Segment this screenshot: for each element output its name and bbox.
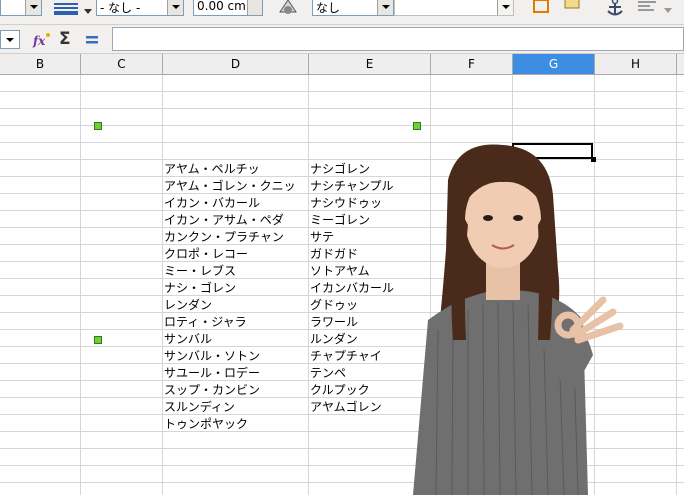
cell[interactable]: アヤム・ゴレン・クニッ (164, 178, 296, 194)
cell[interactable]: テンペ (310, 365, 346, 381)
shadow-icon[interactable] (563, 0, 583, 12)
cell[interactable]: ラワール (310, 314, 358, 330)
cell[interactable]: サテ (310, 229, 334, 245)
line-width-spinner[interactable]: 0.00 cm (193, 0, 263, 16)
area-fill-combo[interactable] (394, 0, 514, 16)
formula-input[interactable] (112, 27, 684, 51)
grid-line (162, 75, 163, 495)
column-header-e[interactable]: E (309, 54, 431, 74)
column-header-b[interactable]: B (0, 54, 81, 74)
name-box-dropdown[interactable] (0, 30, 20, 49)
equals-icon[interactable] (84, 34, 100, 46)
grid-line (308, 75, 309, 495)
cell[interactable]: ナシチャンプル (310, 178, 394, 194)
cell[interactable]: カンクン・プラチャン (164, 229, 284, 245)
column-header-d[interactable]: D (163, 54, 309, 74)
drawing-toolbar: - なし - 0.00 cm なし (0, 0, 684, 25)
chevron-down-icon[interactable] (25, 0, 41, 15)
svg-text:Σ: Σ (59, 29, 71, 48)
align-icon[interactable] (636, 0, 660, 14)
formula-bar: fx Σ (0, 25, 684, 54)
cell[interactable]: スルンディン (164, 399, 235, 415)
cell[interactable]: ルンダン (310, 331, 358, 347)
area-style-value: なし (316, 1, 341, 15)
cell[interactable]: アヤム・ペルチッ (164, 161, 260, 177)
cell[interactable]: ミー・レブス (164, 263, 236, 279)
crop-icon[interactable] (530, 0, 552, 16)
cell[interactable]: レンダン (164, 297, 212, 313)
cell[interactable]: トゥンポヤック (164, 416, 248, 432)
svg-text:fx: fx (32, 34, 46, 48)
cell[interactable]: アヤムゴレン (310, 399, 382, 415)
chevron-down-icon[interactable] (497, 0, 513, 15)
chevron-down-icon[interactable] (84, 4, 92, 18)
column-header-g[interactable]: G (513, 54, 595, 74)
line-color-icon[interactable] (276, 0, 300, 18)
spin-arrows-icon[interactable] (247, 0, 262, 15)
cell[interactable]: クロポ・レコー (164, 246, 248, 262)
cell[interactable]: イカン・アサム・ペダ (164, 212, 284, 228)
line-width-value: 0.00 cm (197, 0, 246, 13)
line-style-icon[interactable] (52, 2, 80, 18)
column-header-c[interactable]: C (81, 54, 163, 74)
cell[interactable]: イカンバカール (310, 280, 394, 296)
grid-line (80, 75, 81, 495)
sum-icon[interactable]: Σ (58, 28, 76, 49)
cell[interactable]: サユール・ロデー (164, 365, 260, 381)
cell[interactable]: イカン・バカール (164, 195, 260, 211)
grid-line (0, 91, 684, 92)
cell[interactable]: ガドガド (310, 246, 358, 262)
cell[interactable]: グドゥッ (310, 297, 358, 313)
function-wizard-icon[interactable]: fx (32, 31, 52, 49)
chevron-down-icon[interactable] (167, 0, 183, 15)
cell[interactable]: サンバル (164, 331, 212, 347)
cell[interactable]: サンバル・ソトン (164, 348, 260, 364)
line-style-combo[interactable]: - なし - (96, 0, 184, 16)
woman-photo[interactable] (408, 140, 628, 495)
cell[interactable]: ナシゴレン (310, 161, 370, 177)
chevron-down-icon[interactable] (377, 0, 393, 15)
selection-handle[interactable] (94, 122, 102, 130)
cell[interactable]: ミーゴレン (310, 212, 370, 228)
cell[interactable]: クルプック (310, 382, 370, 398)
line-style-value: - なし - (100, 1, 141, 15)
selection-handle[interactable] (94, 336, 102, 344)
chevron-down-icon[interactable] (664, 3, 672, 17)
grid-line (676, 75, 677, 495)
grid-line (0, 108, 684, 109)
column-header-f[interactable]: F (431, 54, 513, 74)
column-headers: B C D E F G H (0, 54, 684, 75)
column-header-h[interactable]: H (595, 54, 677, 74)
anchor-icon[interactable] (604, 0, 626, 18)
cell[interactable]: スップ・カンビン (164, 382, 260, 398)
toolbar-combo-left[interactable] (0, 0, 42, 16)
cell[interactable]: ソトアヤム (310, 263, 370, 279)
cell[interactable]: チャプチャイ (310, 348, 382, 364)
selection-handle[interactable] (413, 122, 421, 130)
area-style-combo[interactable]: なし (312, 0, 394, 16)
cell[interactable]: ナシ・ゴレン (164, 280, 236, 296)
cell[interactable]: ナシウドゥッ (310, 195, 382, 211)
cell[interactable]: ロティ・ジャラ (164, 314, 247, 330)
grid-line (0, 125, 684, 126)
